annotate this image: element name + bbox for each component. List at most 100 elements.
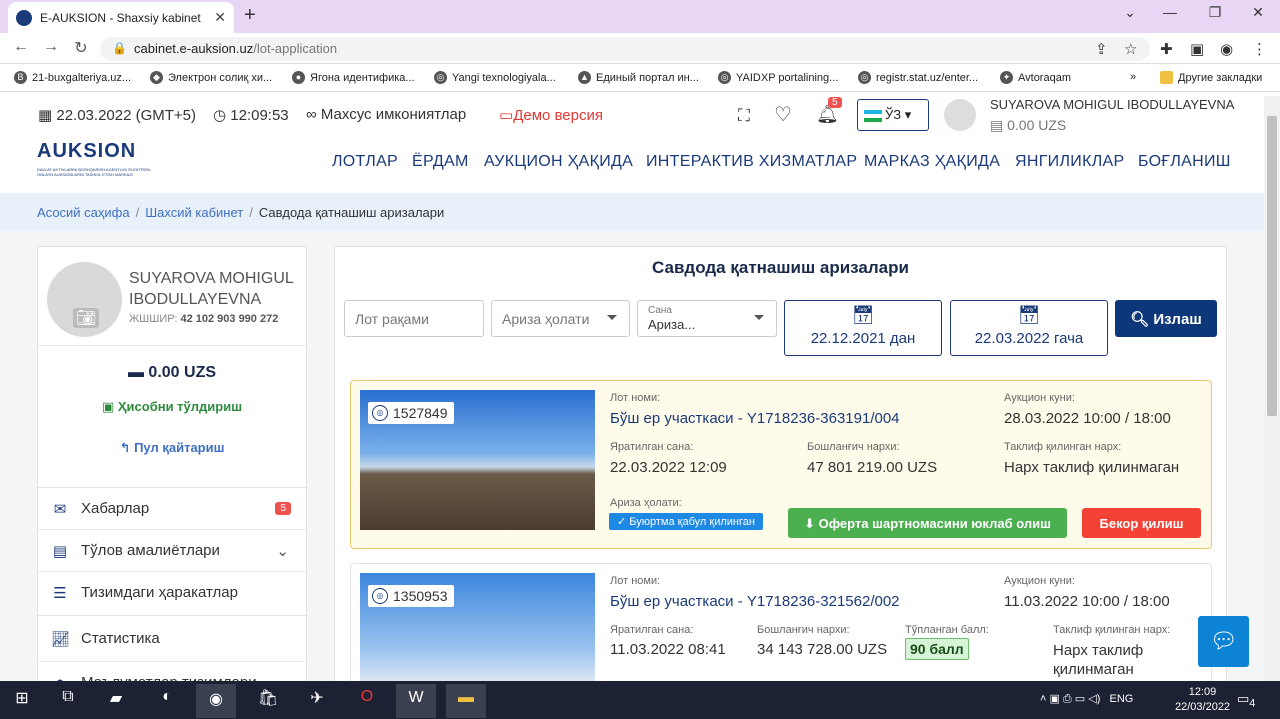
site-logo[interactable]: AUKSION DAVLAT AKTIVLARINI BOSHQARISH AG… (37, 140, 167, 188)
lock-icon[interactable]: 🔒 (112, 41, 127, 55)
browser-tab[interactable]: E-AUKSION - Shaxsiy kabinet ✕ (8, 2, 234, 33)
nav-news[interactable]: ЯНГИЛИКЛАР (1015, 153, 1124, 171)
forward-icon[interactable]: → (40, 38, 62, 56)
clock-icon: ◷ (213, 107, 227, 124)
reload-icon[interactable]: ↻ (70, 38, 92, 58)
other-bookmarks[interactable]: Другие закладки (1160, 71, 1262, 84)
app-icon[interactable]: ▰ (104, 688, 128, 712)
minimize-button[interactable]: — (1150, 4, 1190, 20)
side-panel-icon[interactable]: ▣ (1190, 40, 1204, 58)
breadcrumb-home[interactable]: Асосий саҳифа (37, 205, 130, 220)
label-auction-date: Аукцион куни: (1004, 392, 1075, 404)
glasses-icon: ∞ (306, 106, 317, 123)
edge-icon[interactable]: ◐ (155, 688, 179, 712)
date-to-button[interactable]: 📅︎ 22.03.2022 гача (950, 300, 1108, 356)
nav-contact[interactable]: БОҒЛАНИШ (1138, 153, 1231, 171)
file-explorer-icon[interactable]: ▬ (446, 684, 486, 718)
bookmark-item[interactable]: ▲ Единый портал ин... (578, 71, 699, 84)
caret-down-icon (607, 315, 617, 320)
fullscreen-icon[interactable]: ⛶ (738, 106, 750, 126)
close-tab-icon[interactable]: ✕ (214, 9, 226, 26)
date-type-select[interactable]: Сана Ариза... (637, 300, 777, 337)
menu-messages[interactable]: ✉ Хабарлар 5 (37, 487, 307, 529)
bookmark-item[interactable]: B 21-buxgalteriya.uz... (14, 71, 131, 84)
word-icon[interactable]: W (396, 684, 436, 718)
caret-down-icon (754, 315, 764, 320)
menu-system-actions[interactable]: ☰ Тизимдаги ҳаракатлар (37, 571, 307, 613)
bookmark-item[interactable]: ✦ Avtoraqam (1000, 71, 1071, 84)
bookmark-icon: ◎ (434, 71, 447, 84)
search-button[interactable]: 🔍︎ Излаш (1115, 300, 1217, 337)
favorites-heart-icon[interactable]: ♡ (774, 102, 792, 127)
chrome-icon[interactable]: ◉ (196, 684, 236, 718)
lot-number-input[interactable]: Лот рақами (344, 300, 484, 337)
new-tab-button[interactable]: + (244, 4, 256, 27)
lot-name[interactable]: Бўш ер участкаси - Y1718236-321562/002 (610, 593, 900, 610)
offered-price: Нарх таклиф қилинмаган (1053, 642, 1144, 678)
breadcrumb-separator: / (249, 205, 253, 220)
telegram-icon[interactable]: ✈ (305, 688, 329, 712)
url-input[interactable]: cabinet.e-auksion.uz/lot-application (100, 37, 1150, 61)
nav-lots[interactable]: ЛОТЛАР (332, 153, 398, 171)
folder-icon (1160, 71, 1173, 84)
language-select[interactable]: ЎЗ ▾ (857, 99, 929, 131)
maximize-button[interactable]: ❐ (1195, 4, 1235, 21)
date-from-button[interactable]: 📅︎ 22.12.2021 дан (784, 300, 942, 356)
nav-about-center[interactable]: МАРКАЗ ҲАҚИДА (864, 153, 1000, 171)
check-icon: ✓ (617, 516, 627, 528)
windows-start-icon[interactable]: ⊞ (10, 688, 34, 712)
lot-name[interactable]: Бўш ер участкаси - Y1718236-363191/004 (610, 410, 900, 427)
user-avatar[interactable] (944, 99, 976, 131)
nav-interactive-services[interactable]: ИНТЕРАКТИВ ХИЗМАТЛАР (646, 153, 857, 171)
camera-icon[interactable]: 📷︎ (73, 308, 100, 328)
score-badge: 90 балл (905, 638, 969, 660)
bookmark-item[interactable]: ◎ Yangi texnologiyala... (434, 71, 556, 84)
more-bookmarks-icon[interactable]: » (1130, 71, 1136, 83)
nav-help[interactable]: ЁРДАМ (412, 153, 469, 171)
scrollbar-thumb[interactable] (1267, 116, 1277, 416)
bookmark-item[interactable]: ◎ YAIDXP portalining... (718, 71, 838, 84)
topup-button[interactable]: ▣ Ҳисобни тўлдириш (37, 399, 307, 415)
share-icon[interactable]: ⇪ (1095, 40, 1108, 58)
task-view-icon[interactable]: ⧉ (56, 688, 80, 712)
list-icon: ☰ (53, 584, 67, 602)
time-display: ◷ 12:09:53 (213, 107, 289, 124)
system-clock[interactable]: 12:09 22/03/2022 (1175, 685, 1230, 715)
tab-search-icon[interactable]: ⌄ (1110, 4, 1150, 21)
back-icon[interactable]: ← (10, 38, 32, 56)
search-icon: 🔍︎ (1130, 311, 1150, 328)
bookmark-icon: ◎ (718, 71, 731, 84)
refund-button[interactable]: ↰ Пул қайтариш (37, 440, 307, 456)
bookmark-item[interactable]: ◎ registr.stat.uz/enter... (858, 71, 978, 84)
site-favicon-icon (16, 9, 32, 26)
label-start-price: Бошланғич нархи: (807, 441, 900, 453)
profile-icon[interactable]: ◉ (1220, 40, 1233, 58)
chat-icon[interactable]: 💬︎ (1198, 616, 1249, 667)
opera-icon[interactable]: O (355, 688, 379, 712)
breadcrumb-cabinet[interactable]: Шахсий кабинет (145, 205, 243, 220)
menu-icon[interactable]: ⋮ (1252, 40, 1267, 58)
accessibility-button[interactable]: ∞ Махсус имкониятлар (306, 106, 466, 123)
user-name[interactable]: SUYAROVA MOHIGUL IBODULLAYEVNA (990, 97, 1234, 112)
bookmark-item[interactable]: ● Ягона идентифика... (292, 71, 415, 84)
bookmark-icon: B (14, 71, 27, 84)
system-tray[interactable]: ˄ ▣ ⎙ ▭ ◁) ENG (1040, 692, 1133, 706)
demo-version-link[interactable]: ▭Демо версия (499, 106, 603, 124)
label-lot-name: Лот номи: (610, 575, 661, 587)
menu-payments[interactable]: ▤ Тўлов амалиётлари ⌄ (37, 529, 307, 571)
cancel-application-button[interactable]: Бекор қилиш (1082, 508, 1201, 538)
notification-center-icon[interactable]: ▭4 (1237, 691, 1255, 710)
bookmark-star-icon[interactable]: ☆ (1124, 40, 1137, 58)
close-window-button[interactable]: ✕ (1238, 4, 1278, 21)
download-offer-button[interactable]: ⬇ Оферта шартномасини юклаб олиш (788, 508, 1067, 538)
extensions-icon[interactable]: ✚ (1160, 40, 1173, 58)
lot-id-badge: ◎ 1527849 (368, 402, 454, 424)
profile-balance: ▬ 0.00 UZS (127, 364, 217, 381)
bookmark-item[interactable]: ◆ Электрон солиқ хи... (150, 71, 272, 84)
status-select[interactable]: Ариза ҳолати (491, 300, 630, 337)
nav-about-auction[interactable]: АУКЦИОН ҲАҚИДА (484, 153, 633, 171)
store-icon[interactable]: 🛍︎ (256, 688, 280, 712)
lot-id-badge: ◎ 1350953 (368, 585, 454, 607)
status-badge: ✓ Буюртма қабул қилинган (609, 513, 763, 530)
menu-statistics[interactable]: 📈︎ Статистика (37, 615, 307, 661)
